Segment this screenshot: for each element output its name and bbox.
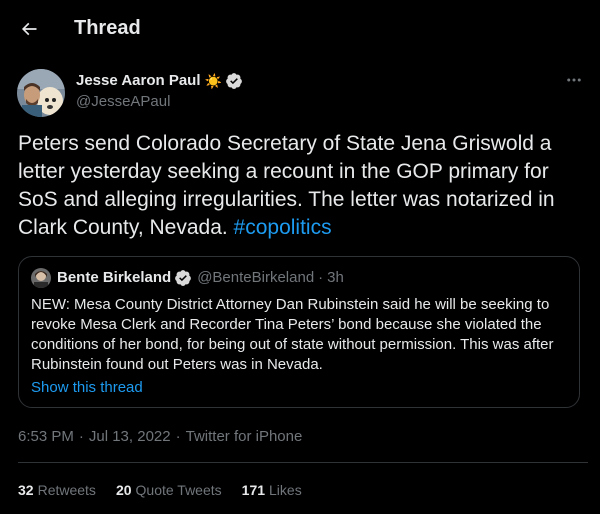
quote-tweets-stat[interactable]: 20 Quote Tweets — [116, 480, 222, 500]
quote-author-handle: @BenteBirkeland — [197, 269, 315, 286]
quote-tweets-count: 20 — [115, 482, 132, 498]
quote-text: NEW: Mesa County District Attorney Dan R… — [31, 296, 554, 373]
verified-badge-icon — [226, 73, 242, 89]
meta-separator: · — [175, 428, 181, 445]
tweet-date[interactable]: Jul 13, 2022 — [89, 428, 171, 445]
sun-emoji: ☀️ — [204, 73, 222, 89]
quote-tweets-label: Quote Tweets — [135, 482, 222, 498]
verified-badge-icon — [175, 270, 192, 286]
author-handle[interactable]: @JesseAPaul — [76, 92, 170, 112]
divider — [18, 462, 588, 463]
likes-label: Likes — [269, 482, 302, 498]
quote-header: Bente Birkeland @BenteBirkeland · 3h — [57, 268, 344, 288]
retweets-label: Retweets — [37, 482, 96, 498]
tweet-time[interactable]: 6:53 PM — [18, 428, 74, 445]
more-horizontal-icon — [567, 78, 581, 82]
tweet-source[interactable]: Twitter for iPhone — [186, 428, 303, 445]
quote-timestamp: 3h — [327, 269, 344, 286]
more-options-button[interactable] — [560, 70, 588, 90]
meta-separator: · — [78, 428, 84, 445]
quote-author-name: Bente Birkeland — [57, 269, 172, 286]
thread-header: Thread — [0, 0, 600, 57]
hashtag-link[interactable]: #copolitics — [234, 216, 332, 239]
quoted-tweet[interactable]: Bente Birkeland @BenteBirkeland · 3h NEW… — [18, 256, 580, 408]
tweet-text: Peters send Colorado Secretary of State … — [18, 130, 588, 242]
avatar[interactable] — [17, 69, 65, 117]
author-name[interactable]: Jesse Aaron Paul — [76, 71, 201, 91]
tweet-metadata: 6:53 PM · Jul 13, 2022 · Twitter for iPhone — [18, 427, 302, 447]
back-button[interactable] — [10, 10, 48, 48]
quote-avatar — [31, 268, 51, 288]
arrow-left-icon — [21, 22, 37, 36]
author-name-row[interactable]: Jesse Aaron Paul ☀️ — [76, 71, 243, 91]
retweets-count: 32 — [18, 482, 34, 498]
quote-separator: · — [318, 269, 324, 286]
page-title: Thread — [74, 17, 141, 39]
show-thread-link[interactable]: Show this thread — [31, 378, 143, 398]
engagement-stats: 32 Retweets 20 Quote Tweets 171 Likes — [18, 480, 322, 500]
likes-stat[interactable]: 171 Likes — [242, 480, 302, 500]
retweets-stat[interactable]: 32 Retweets — [18, 480, 96, 500]
likes-count: 171 — [241, 482, 266, 498]
